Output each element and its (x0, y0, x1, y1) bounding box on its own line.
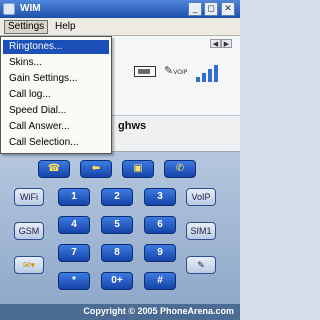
copyright-text: Copyright © 2005 PhoneArena.com (83, 306, 234, 316)
back-button[interactable]: ⬅ (80, 160, 112, 178)
phone-button[interactable]: ☎ (38, 160, 70, 178)
menu-item-call-answer[interactable]: Call Answer... (3, 120, 109, 134)
sim1-button[interactable]: SIM1 (186, 222, 216, 240)
scroll-arrows[interactable]: ◀ ▶ (210, 38, 236, 48)
keypad: ☎ ⬅ ▣ ✆ 1 2 3 4 5 6 7 8 9 * 0+ # WiFi GS… (0, 152, 240, 304)
menu-item-ringtones[interactable]: Ringtones... (3, 40, 109, 54)
key-6[interactable]: 6 (144, 216, 176, 234)
menu-item-skins[interactable]: Skins... (3, 56, 109, 70)
key-1[interactable]: 1 (58, 188, 90, 206)
battery-icon (134, 66, 156, 77)
app-title: WIM (20, 3, 41, 14)
key-hash[interactable]: # (144, 272, 176, 290)
key-7[interactable]: 7 (58, 244, 90, 262)
voip-icon: ✎VOIP (164, 64, 188, 77)
app-icon (3, 3, 15, 15)
signal-strength-icon (194, 64, 220, 82)
title-bar: WIM _ ◻ ✕ (0, 0, 240, 18)
restore-button[interactable]: ◻ (204, 2, 218, 16)
key-9[interactable]: 9 (144, 244, 176, 262)
menu-item-gain-settings[interactable]: Gain Settings... (3, 72, 109, 86)
key-star[interactable]: * (58, 272, 90, 290)
menu-settings[interactable]: Settings (4, 20, 49, 34)
display-name: ghws (118, 120, 147, 132)
minimize-button[interactable]: _ (188, 2, 202, 16)
menu-item-call-selection[interactable]: Call Selection... (3, 136, 109, 150)
contacts-icon: ▣ (133, 163, 143, 174)
menu-item-call-log[interactable]: Call log... (3, 88, 109, 102)
voip-button[interactable]: VoIP (186, 188, 216, 206)
phone-icon: ☎ (47, 163, 61, 174)
wifi-button[interactable]: WiFi (14, 188, 44, 206)
close-button[interactable]: ✕ (221, 2, 235, 16)
key-0[interactable]: 0+ (101, 272, 133, 290)
menu-button[interactable]: ✉▾ (14, 256, 44, 274)
menu-item-speed-dial[interactable]: Speed Dial... (3, 104, 109, 118)
back-arrow-icon: ⬅ (91, 163, 101, 174)
hangup-button[interactable]: ✆ (164, 160, 196, 178)
scroll-right-icon[interactable]: ▶ (221, 39, 232, 48)
pen-button[interactable]: ✎ (186, 256, 216, 274)
key-5[interactable]: 5 (101, 216, 133, 234)
gsm-button[interactable]: GSM (14, 222, 44, 240)
hangup-icon: ✆ (175, 163, 185, 174)
key-8[interactable]: 8 (101, 244, 133, 262)
settings-dropdown: Ringtones... Skins... Gain Settings... C… (0, 36, 112, 154)
contacts-button[interactable]: ▣ (122, 160, 154, 178)
key-4[interactable]: 4 (58, 216, 90, 234)
menu-help[interactable]: Help (52, 21, 79, 32)
scroll-left-icon[interactable]: ◀ (210, 39, 221, 48)
voip-label: VOIP (173, 69, 188, 76)
footer: Copyright © 2005 PhoneArena.com (0, 304, 240, 320)
key-2[interactable]: 2 (101, 188, 133, 206)
menu-icon: ✉▾ (22, 261, 36, 271)
menu-bar: Settings Help (0, 18, 240, 36)
pen-icon: ✎ (197, 261, 205, 271)
key-3[interactable]: 3 (144, 188, 176, 206)
